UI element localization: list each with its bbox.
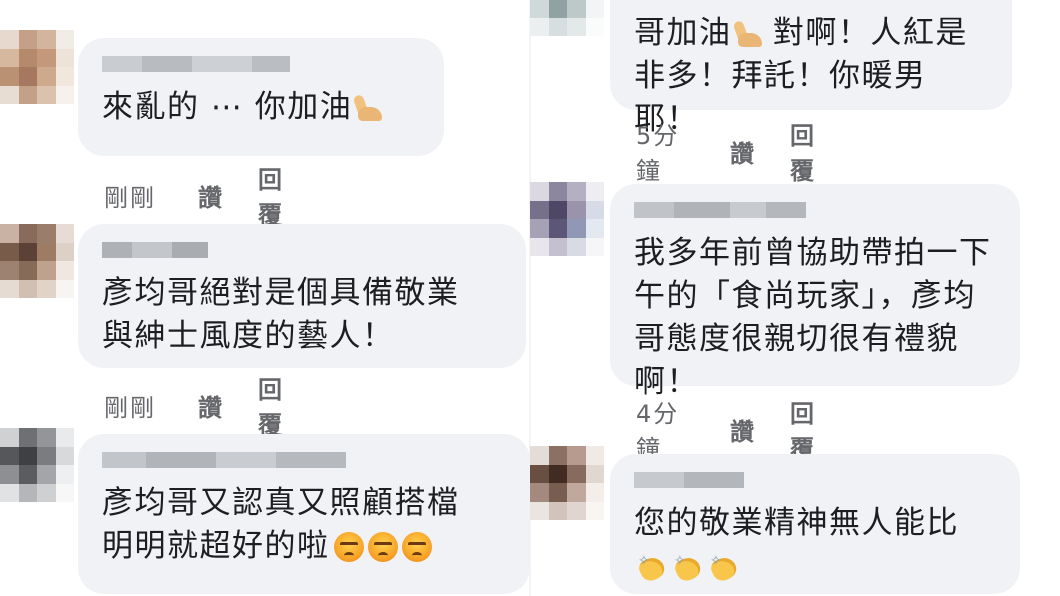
reply-link[interactable]: 回覆: [790, 116, 816, 186]
comment-actions: 剛剛 讚 回覆: [104, 370, 284, 440]
comment-bubble: 彥均哥絕對是個具備敬業 與紳士風度的藝人！: [78, 224, 526, 368]
avatar[interactable]: [0, 428, 74, 502]
left-column: 來亂的 ⋯ 你加油 剛剛 讚 回覆 彥均哥絕對是個具備敬業 與紳士風度的藝人！ …: [0, 0, 530, 596]
avatar[interactable]: [530, 182, 604, 256]
like-link[interactable]: 讚: [198, 178, 224, 213]
comment-text: 來亂的 ⋯ 你加油: [102, 86, 420, 129]
comment-time: 剛剛: [104, 393, 156, 422]
comment-text: 您的敬業精神無人能比: [634, 502, 996, 588]
clapping-hands-icon: [670, 540, 706, 583]
comment-actions: 剛剛 讚 回覆: [104, 160, 284, 230]
like-link[interactable]: 讚: [730, 134, 756, 169]
clapping-hands-icon: [706, 540, 742, 583]
comment-time: 5分鐘: [636, 122, 680, 185]
comment-text: 我多年前曾協助帶拍一下 午的「食尚玩家」，彥均 哥態度很親切很有禮貌 啊！: [634, 235, 992, 400]
flexed-biceps-icon: [732, 19, 762, 49]
reply-link[interactable]: 回覆: [258, 370, 284, 440]
like-link[interactable]: 讚: [730, 412, 756, 447]
commenter-name-blurred[interactable]: [634, 472, 996, 488]
comment-text: 彥均哥絕對是個具備敬業 與紳士風度的藝人！: [102, 275, 460, 354]
avatar[interactable]: [0, 224, 74, 298]
angry-face-icon: [367, 532, 398, 562]
angry-face-icon: [333, 532, 364, 562]
commenter-name-blurred[interactable]: [102, 242, 502, 258]
comment-bubble: 您的敬業精神無人能比: [610, 454, 1020, 594]
reply-link[interactable]: 回覆: [258, 160, 284, 230]
avatar[interactable]: [530, 0, 604, 36]
comment-bubble: 彥均哥又認真又照顧搭檔 明明就超好的啦: [78, 434, 530, 594]
clapping-hands-icon: [634, 540, 670, 583]
comment-bubble: 我多年前曾協助帶拍一下 午的「食尚玩家」，彥均 哥態度很親切很有禮貌 啊！: [610, 184, 1020, 400]
comment-actions: 5分鐘 讚 回覆: [636, 116, 816, 186]
comment-bubble: 來亂的 ⋯ 你加油: [78, 38, 444, 156]
commenter-name-blurred[interactable]: [102, 56, 420, 72]
comment-bubble: 哥加油 對啊！人紅是 非多！拜託！你暖男耶！: [610, 0, 1012, 137]
avatar[interactable]: [0, 30, 74, 104]
flexed-biceps-icon: [352, 93, 383, 123]
commenter-name-blurred[interactable]: [102, 452, 506, 468]
right-column: 哥加油 對啊！人紅是 非多！拜託！你暖男耶！ 5分鐘 讚 回覆 我多年前曾協助帶…: [530, 0, 1060, 596]
like-link[interactable]: 讚: [198, 388, 224, 423]
commenter-name-blurred[interactable]: [634, 202, 996, 218]
avatar[interactable]: [530, 446, 604, 520]
comment-time: 剛剛: [104, 183, 156, 212]
comment-text: 彥均哥又認真又照顧搭檔 明明就超好的啦: [102, 485, 460, 564]
angry-face-icon: [401, 532, 432, 562]
